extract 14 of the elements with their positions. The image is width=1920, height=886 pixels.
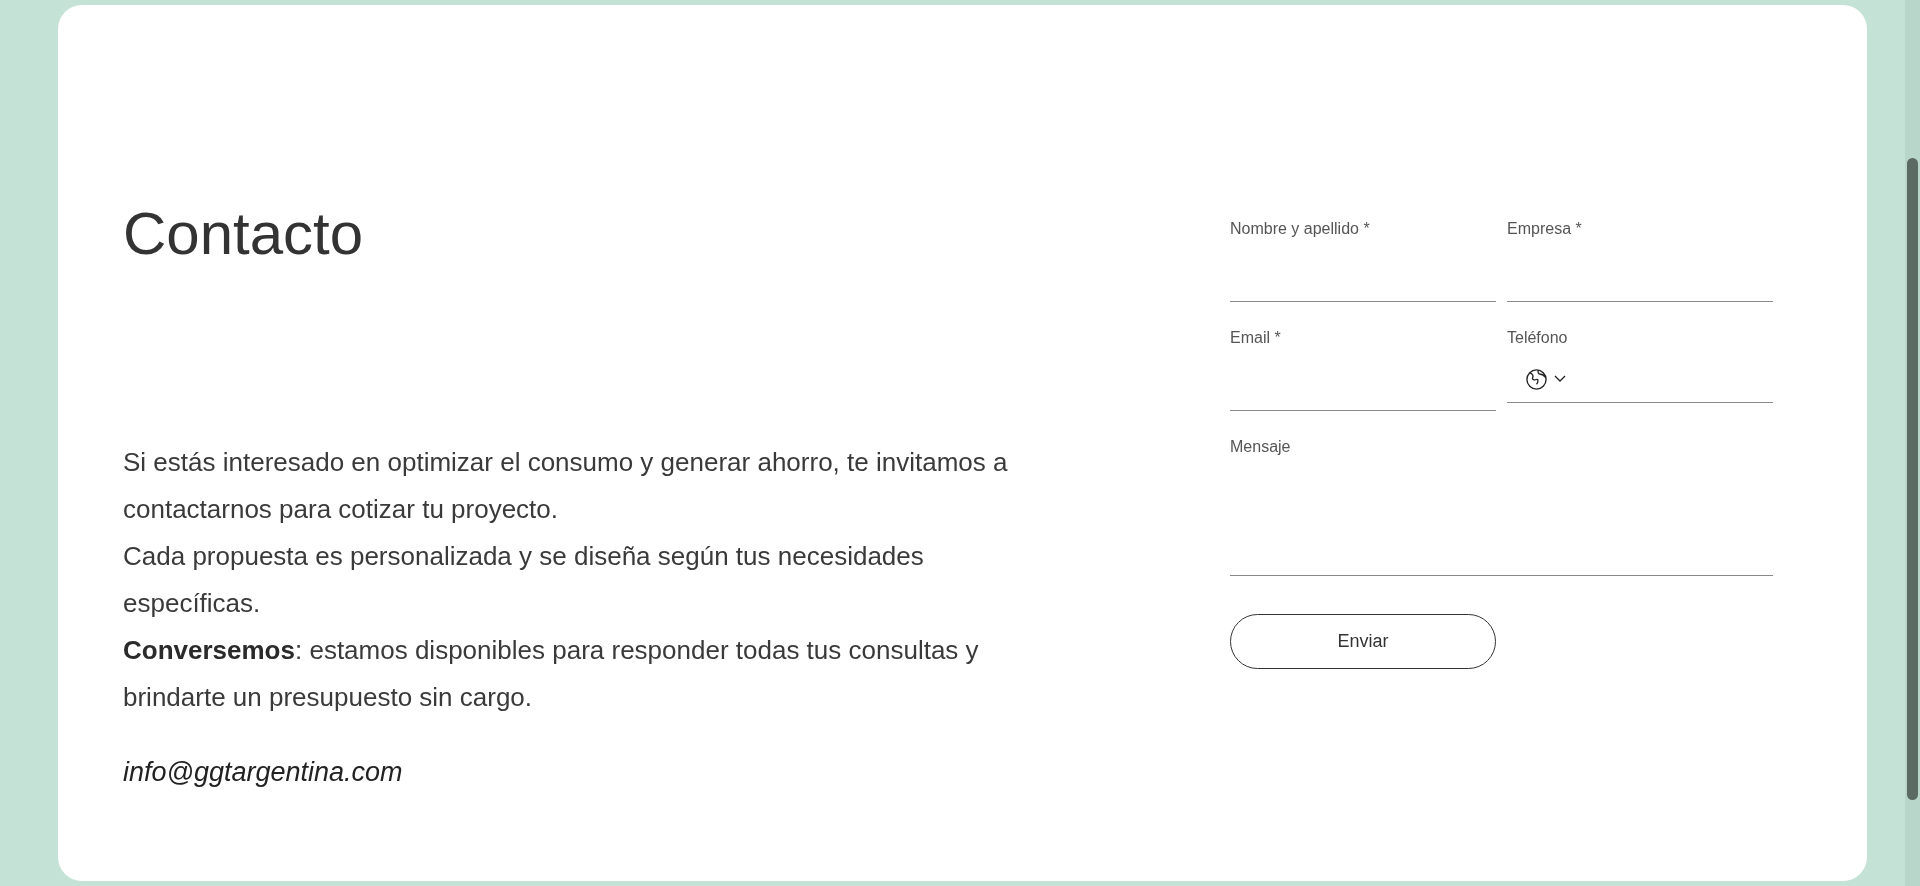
body-text: Conversemos: estamos disponibles para responder todas tus consultas y brindarte un presupuesto sin cargo. (123, 634, 980, 714)
body-text: Cada propuesta es personalizada y se diseña según tus necesidades específicas. (123, 540, 925, 620)
globe-icon (1525, 367, 1548, 391)
body-text: Si estás interesado en optimizar el consumo y generar ahorro, te invitamos a contactarnos para cotizar tu proyecto. (123, 446, 1009, 526)
email-link[interactable]: info@ggtargentina.com (123, 757, 403, 788)
field-label: Empresa * (1507, 219, 1582, 239)
field-label: Nombre y apellido * (1230, 219, 1370, 239)
field-label: Email * (1230, 328, 1281, 348)
submit-button[interactable]: Enviar (1230, 614, 1496, 669)
field-label: Mensaje (1230, 437, 1291, 457)
chevron-down-icon (1554, 375, 1566, 383)
field-label: Teléfono (1507, 328, 1568, 348)
page-title: Contacto (123, 201, 365, 267)
scrollbar-thumb[interactable] (1907, 158, 1918, 800)
